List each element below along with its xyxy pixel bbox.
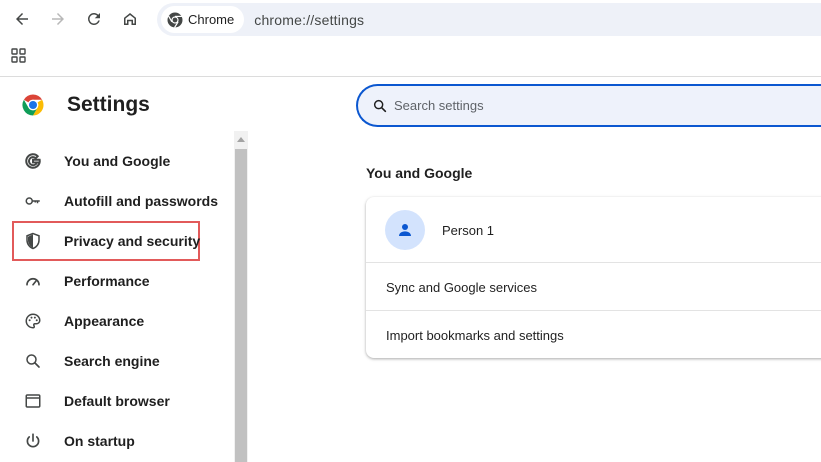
reload-icon xyxy=(87,12,100,25)
sidebar-item-performance[interactable]: Performance xyxy=(12,261,200,301)
palette-icon xyxy=(24,312,42,330)
search-settings-box[interactable] xyxy=(356,84,821,127)
key-icon xyxy=(24,192,42,210)
sidebar-item-autofill-and-passwords[interactable]: Autofill and passwords xyxy=(12,181,218,221)
address-bar[interactable]: Chrome chrome://settings xyxy=(157,3,821,36)
back-arrow-icon xyxy=(16,13,28,25)
scroll-thumb[interactable] xyxy=(235,149,247,462)
speedometer-icon xyxy=(24,272,42,290)
you-and-google-card: Person 1 Sync and Google services Import… xyxy=(366,197,821,358)
sidebar-item-default-browser[interactable]: Default browser xyxy=(12,381,200,421)
avatar xyxy=(385,210,425,250)
sidebar-item-label: Default browser xyxy=(64,393,170,409)
url-text[interactable]: chrome://settings xyxy=(254,12,364,28)
sidebar-scrollbar[interactable] xyxy=(234,131,248,462)
sidebar-item-search-engine[interactable]: Search engine xyxy=(12,341,200,381)
sync-and-google-services-row[interactable]: Sync and Google services xyxy=(366,262,821,309)
chrome-color-logo-icon xyxy=(21,93,45,117)
back-button[interactable] xyxy=(8,5,36,33)
home-button[interactable] xyxy=(116,5,144,33)
sidebar-item-label: Appearance xyxy=(64,313,145,329)
sidebar-item-label: You and Google xyxy=(64,153,171,169)
search-input[interactable] xyxy=(394,95,774,116)
forward-arrow-icon xyxy=(52,13,64,25)
sidebar-item-appearance[interactable]: Appearance xyxy=(12,301,200,341)
browser-window-icon xyxy=(24,392,42,410)
person-icon xyxy=(399,224,411,236)
profile-name: Person 1 xyxy=(442,223,495,238)
chrome-site-chip[interactable]: Chrome xyxy=(161,6,245,33)
apps-grid-icon[interactable] xyxy=(10,47,28,65)
reload-button[interactable] xyxy=(80,5,108,33)
sidebar-item-label: Performance xyxy=(64,273,150,289)
search-icon xyxy=(24,352,42,370)
home-icon xyxy=(124,13,136,25)
sidebar-item-on-startup[interactable]: On startup xyxy=(12,421,200,461)
sidebar-item-label: On startup xyxy=(64,433,135,449)
sidebar-item-you-and-google[interactable]: You and Google xyxy=(12,141,200,181)
chrome-logo-icon xyxy=(167,12,183,28)
import-bookmarks-row[interactable]: Import bookmarks and settings xyxy=(366,310,821,357)
google-g-icon xyxy=(24,152,42,170)
shield-icon xyxy=(24,232,42,250)
scroll-up-arrow-icon[interactable] xyxy=(237,137,245,142)
row-label: Import bookmarks and settings xyxy=(386,328,564,343)
sidebar-item-label: Privacy and security xyxy=(64,233,201,249)
chip-label: Chrome xyxy=(188,12,235,27)
sidebar-item-label: Autofill and passwords xyxy=(64,193,219,209)
forward-button[interactable] xyxy=(44,5,72,33)
section-title: You and Google xyxy=(366,165,473,181)
row-label: Sync and Google services xyxy=(386,280,538,295)
page-title: Settings xyxy=(67,93,150,116)
sidebar-item-label: Search engine xyxy=(64,353,160,369)
browser-toolbar: Chrome chrome://settings xyxy=(0,0,821,38)
settings-sidebar: You and Google Autofill and passwords Pr… xyxy=(0,140,234,462)
bookmarks-bar xyxy=(0,38,821,77)
power-icon xyxy=(24,432,42,450)
profile-row[interactable]: Person 1 xyxy=(366,197,821,263)
sidebar-item-privacy-and-security[interactable]: Privacy and security xyxy=(12,221,200,261)
search-icon xyxy=(372,98,388,114)
